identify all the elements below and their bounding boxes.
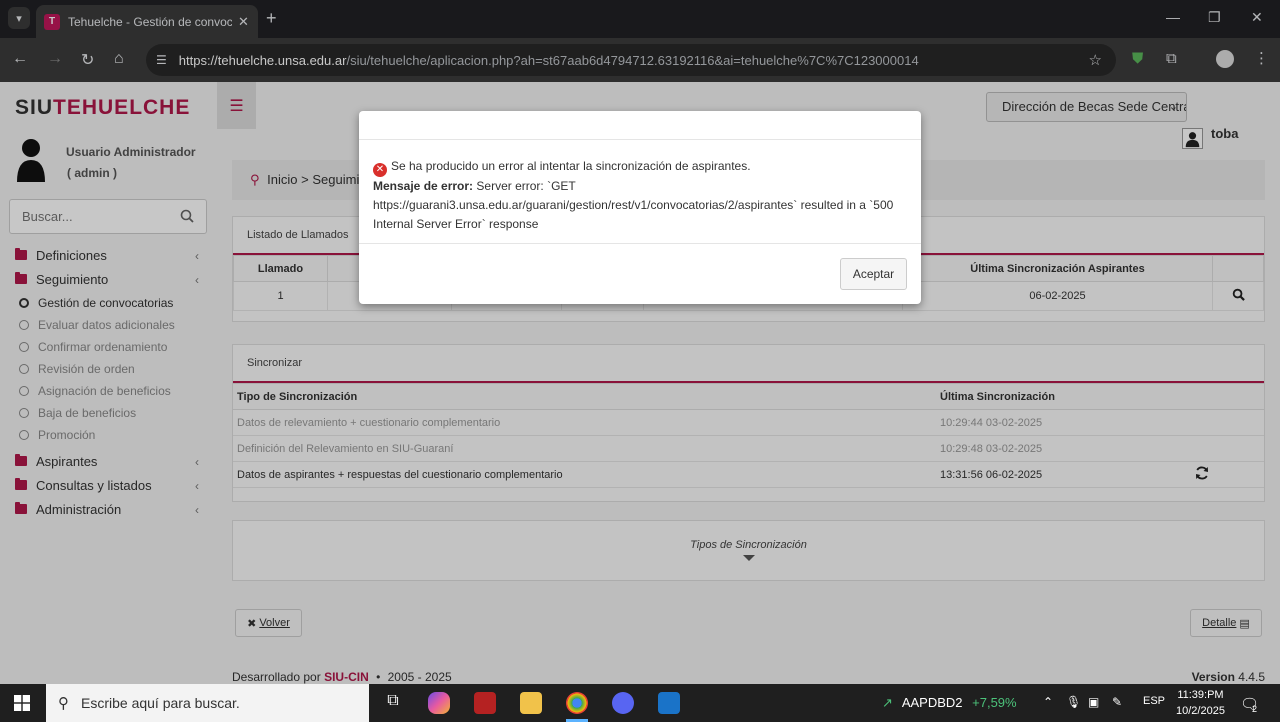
search-icon: ⚲ <box>58 695 69 712</box>
trend-up-icon: ↗ <box>882 695 893 710</box>
mail-icon[interactable] <box>658 692 680 714</box>
language-indicator[interactable]: ESP <box>1143 695 1165 707</box>
taskbar: ⚲ Escribe aquí para buscar. ⧉ ↗ AAPDBD2 … <box>0 684 1280 722</box>
pen-icon[interactable]: ✎ <box>1112 695 1122 709</box>
error-message: Se ha producido un error al intentar la … <box>391 159 751 173</box>
network-icon[interactable]: ▣ <box>1088 695 1099 709</box>
microphone-icon[interactable]: 🎙 <box>1066 695 1081 709</box>
tray-chevron-up-icon[interactable]: ⌃ <box>1043 695 1053 709</box>
stock-widget[interactable]: ↗ AAPDBD2 +7,59% <box>882 695 1017 711</box>
windows-start-icon[interactable] <box>14 695 30 711</box>
task-view-icon[interactable]: ⧉ <box>382 692 404 714</box>
clock[interactable]: 11:39:PM 10/2/2025 <box>1176 687 1225 719</box>
copilot-icon[interactable] <box>428 692 450 714</box>
dialog-body: ✕ Se ha producido un error al intentar la… <box>359 140 921 244</box>
error-icon: ✕ <box>373 163 387 177</box>
notification-count: 2 <box>1252 704 1258 714</box>
error-detail-label: Mensaje de error: <box>373 179 474 193</box>
file-explorer-icon[interactable] <box>520 692 542 714</box>
error-dialog: ✕ Se ha producido un error al intentar la… <box>359 111 921 304</box>
modal-backdrop[interactable] <box>0 0 1280 684</box>
accept-button[interactable]: Aceptar <box>840 258 907 290</box>
taskbar-search[interactable]: ⚲ Escribe aquí para buscar. <box>46 684 369 722</box>
dialog-header <box>359 111 921 140</box>
discord-icon[interactable] <box>612 692 634 714</box>
chrome-icon[interactable] <box>566 692 588 714</box>
voice-meeter-icon[interactable] <box>474 692 496 714</box>
